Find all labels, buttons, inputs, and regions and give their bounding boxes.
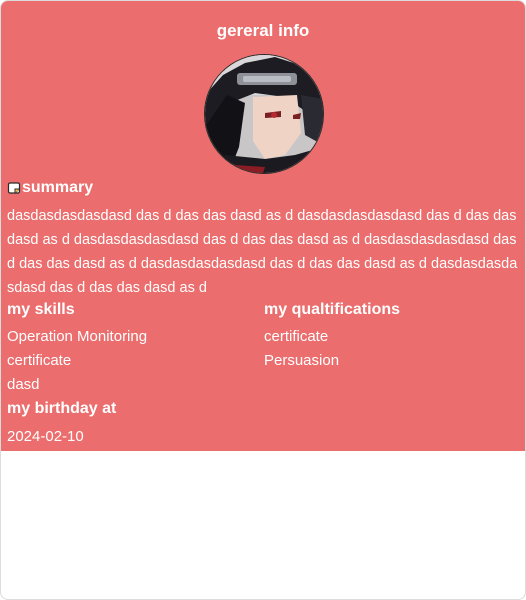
note-icon <box>7 181 22 196</box>
general-info-card: gereral info summary dasdasdasdasdasd da… <box>0 0 526 600</box>
skill-item: Operation Monitoring <box>7 328 148 345</box>
card-title: gereral info <box>216 21 310 40</box>
skill-item: dasd <box>7 376 40 393</box>
birthday-value: 2024-02-10 <box>7 428 84 445</box>
qualification-item: Persuasion <box>264 352 340 369</box>
avatar <box>204 54 324 174</box>
skills-list: Operation Monitoring certificate dasd <box>7 325 147 397</box>
skills-heading: my skills <box>7 301 75 318</box>
qualifications-heading: my qualtifications <box>264 301 401 318</box>
birthday-heading: my birthday at <box>7 400 117 417</box>
qualifications-list: certificate Persuasion <box>264 325 339 373</box>
skill-item: certificate <box>7 352 72 369</box>
qualification-item: certificate <box>264 328 329 345</box>
summary-label: summary <box>22 179 94 196</box>
general-info-panel: gereral info summary dasdasdasdasdasd da… <box>1 1 525 451</box>
summary-header: summary <box>7 179 93 197</box>
summary-text: dasdasdasdasdasd das d das das dasd as d… <box>7 208 518 296</box>
anime-character-avatar-icon <box>205 55 323 173</box>
